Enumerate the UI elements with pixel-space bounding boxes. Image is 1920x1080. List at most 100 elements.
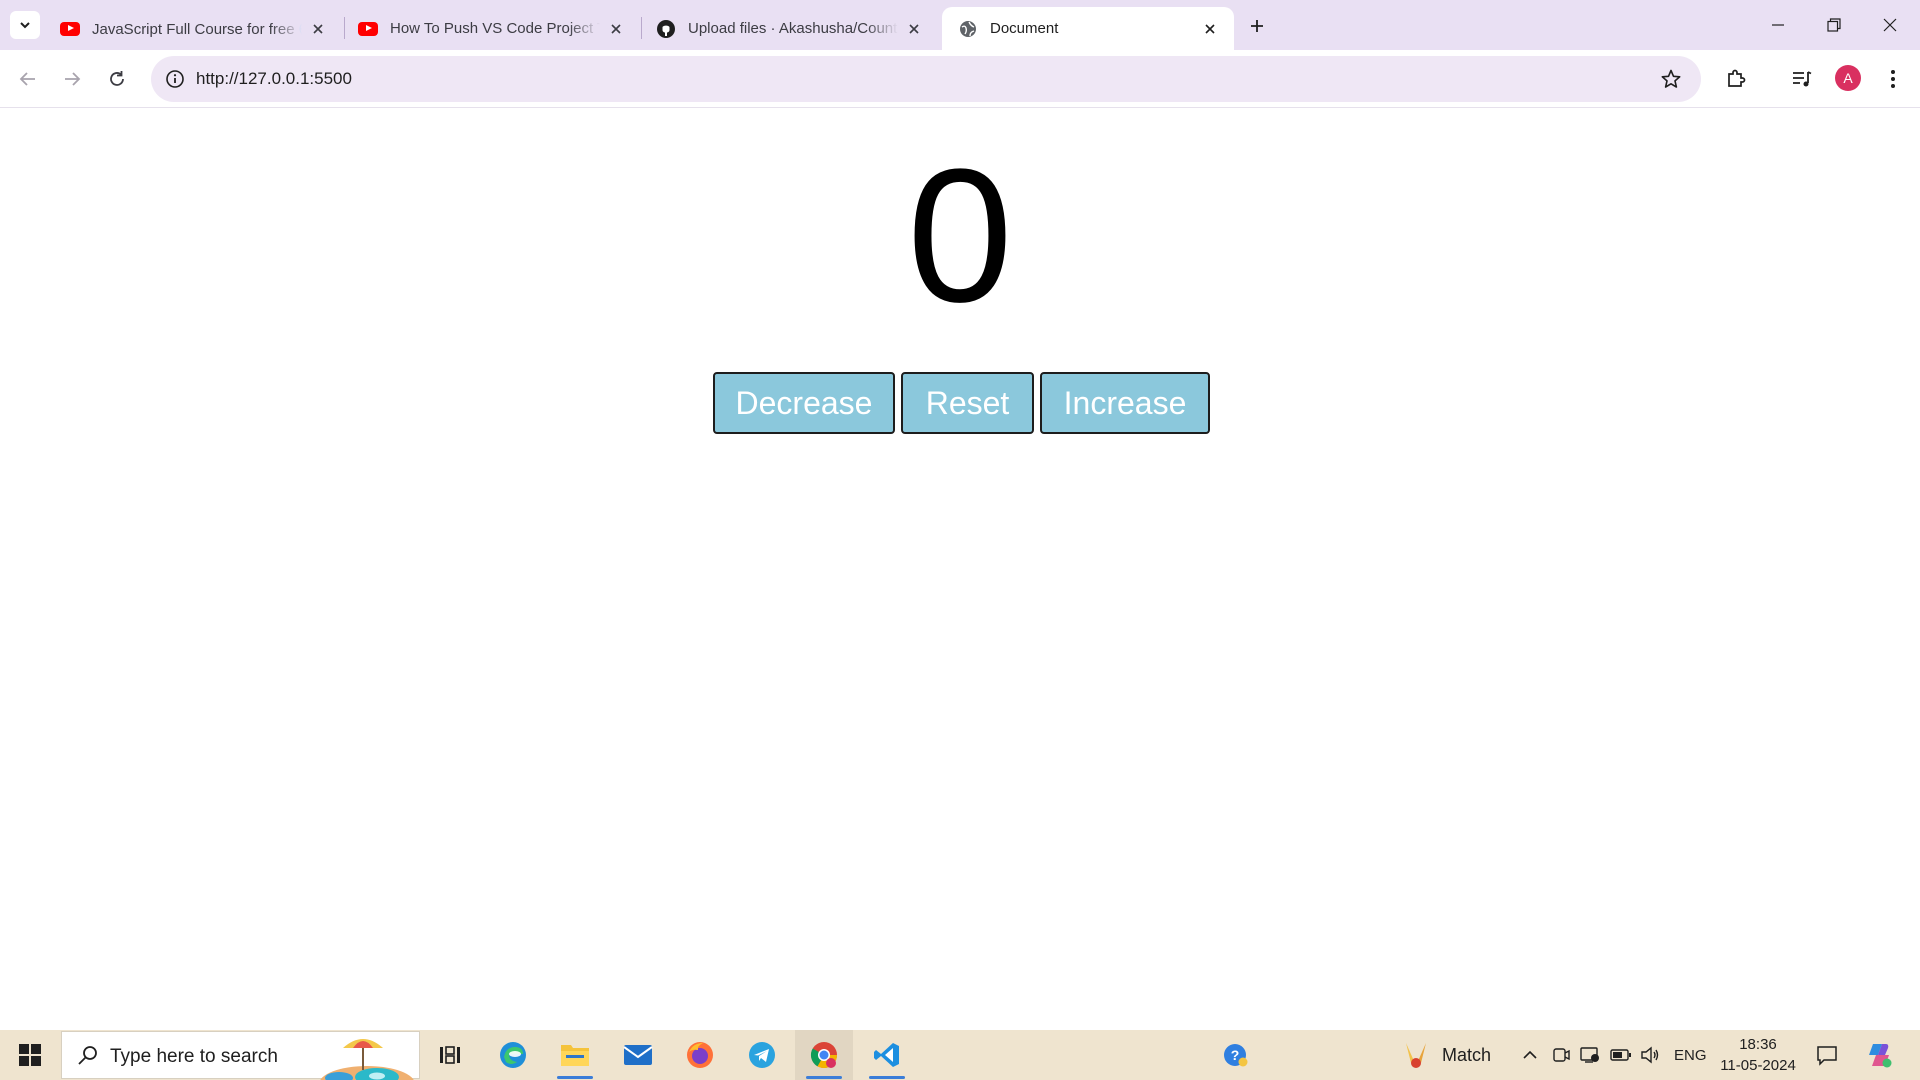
url-text[interactable]: http://127.0.0.1:5500 xyxy=(196,69,352,89)
plus-icon xyxy=(1251,20,1263,32)
taskbar-firefox[interactable] xyxy=(671,1030,729,1080)
media-queue-icon xyxy=(1793,71,1812,87)
tab-push-vscode[interactable]: How To Push VS Code Project To GitHub xyxy=(342,7,640,50)
reload-icon xyxy=(110,71,124,86)
kebab-menu-icon xyxy=(1891,70,1895,88)
counter-controls: Decrease Reset Increase xyxy=(713,372,1210,434)
close-icon xyxy=(1883,18,1897,32)
start-button[interactable] xyxy=(0,1030,60,1080)
network-icon xyxy=(1580,1047,1599,1063)
increase-button[interactable]: Increase xyxy=(1040,372,1210,434)
copilot-icon xyxy=(1869,1044,1892,1068)
network-tray[interactable] xyxy=(1580,1030,1600,1080)
language-label: ENG xyxy=(1674,1046,1707,1064)
close-icon[interactable] xyxy=(1200,19,1220,39)
new-tab-button[interactable] xyxy=(1243,13,1271,39)
widget-label: Match xyxy=(1442,1044,1492,1065)
windows-taskbar: Type here to search ? Match ENG 18:36 11… xyxy=(0,1030,1920,1080)
browser-tab-strip: JavaScript Full Course for free 🌐 How To… xyxy=(0,0,1920,50)
volume-tray[interactable] xyxy=(1640,1030,1660,1080)
taskbar-vscode[interactable] xyxy=(858,1030,916,1080)
close-icon[interactable] xyxy=(308,19,328,39)
taskbar-edge[interactable] xyxy=(484,1030,542,1080)
windows-logo-icon xyxy=(19,1044,41,1066)
taskbar-clock[interactable]: 18:36 11-05-2024 xyxy=(1710,1034,1806,1076)
page-viewport: 0 Decrease Reset Increase xyxy=(0,109,1920,1030)
task-view-icon xyxy=(440,1046,460,1064)
chrome-menu-button[interactable] xyxy=(1877,63,1909,95)
mail-icon xyxy=(623,1045,653,1065)
tab-title: JavaScript Full Course for free 🌐 xyxy=(92,20,302,38)
browser-toolbar: http://127.0.0.1:5500 A xyxy=(0,50,1920,108)
weather-widget[interactable]: Match xyxy=(1400,1030,1491,1080)
restore-button[interactable] xyxy=(1806,0,1862,50)
taskbar-telegram[interactable] xyxy=(733,1030,791,1080)
telegram-icon xyxy=(749,1042,775,1068)
tab-title: Upload files · Akashusha/Counter xyxy=(688,20,898,37)
globe-icon xyxy=(958,19,978,39)
profile-initial: A xyxy=(1843,70,1853,86)
vscode-icon xyxy=(874,1043,899,1067)
restore-icon xyxy=(1827,18,1841,32)
taskbar-task-view[interactable] xyxy=(421,1030,479,1080)
tab-javascript-course[interactable]: JavaScript Full Course for free 🌐 xyxy=(44,7,342,50)
back-button[interactable] xyxy=(12,63,44,95)
tab-document[interactable]: Document xyxy=(942,7,1234,50)
clock-time: 18:36 xyxy=(1739,1036,1777,1053)
help-tray-item[interactable]: ? xyxy=(1222,1030,1250,1080)
site-info-icon[interactable] xyxy=(163,67,187,91)
taskbar-chrome[interactable] xyxy=(795,1030,853,1080)
chevron-up-icon xyxy=(1523,1050,1537,1059)
chrome-icon xyxy=(810,1042,838,1069)
counter-display: 0 xyxy=(907,130,1013,342)
svg-text:?: ? xyxy=(1231,1047,1240,1063)
close-icon[interactable] xyxy=(606,19,626,39)
reset-button[interactable]: Reset xyxy=(901,372,1034,434)
arrow-right-icon xyxy=(65,72,81,86)
battery-tray[interactable] xyxy=(1610,1030,1632,1080)
extensions-button[interactable] xyxy=(1720,63,1752,95)
volume-icon xyxy=(1641,1046,1659,1064)
copilot-button[interactable] xyxy=(1864,1030,1894,1080)
chevron-down-icon xyxy=(20,22,30,29)
youtube-icon xyxy=(358,19,378,39)
battery-icon xyxy=(1610,1049,1631,1061)
search-placeholder: Type here to search xyxy=(110,1046,278,1067)
search-highlight-illustration xyxy=(319,1032,419,1080)
decrease-button[interactable]: Decrease xyxy=(713,372,895,434)
cricket-icon xyxy=(1406,1043,1426,1068)
meet-now-tray[interactable] xyxy=(1552,1030,1570,1080)
notification-icon xyxy=(1817,1046,1837,1066)
reload-button[interactable] xyxy=(101,63,133,95)
minimize-icon xyxy=(1772,24,1784,26)
camera-icon xyxy=(1553,1048,1570,1062)
forward-button[interactable] xyxy=(56,63,88,95)
minimize-button[interactable] xyxy=(1750,0,1806,50)
taskbar-search-box[interactable]: Type here to search xyxy=(61,1031,420,1080)
show-hidden-icons[interactable] xyxy=(1521,1030,1539,1080)
tab-search-button[interactable] xyxy=(10,11,40,39)
close-window-button[interactable] xyxy=(1862,0,1918,50)
media-controls-button[interactable] xyxy=(1786,63,1818,95)
file-explorer-icon xyxy=(561,1045,589,1066)
tab-github-upload[interactable]: Upload files · Akashusha/Counter xyxy=(640,7,938,50)
search-icon xyxy=(78,1046,97,1065)
arrow-left-icon xyxy=(19,72,35,86)
notifications-button[interactable] xyxy=(1816,1030,1838,1080)
bookmark-star-icon[interactable] xyxy=(1659,67,1683,91)
taskbar-mail[interactable] xyxy=(609,1030,667,1080)
edge-icon xyxy=(500,1042,526,1068)
clock-date: 11-05-2024 xyxy=(1720,1057,1796,1074)
tab-title: How To Push VS Code Project To GitHub xyxy=(390,20,600,37)
taskbar-file-explorer[interactable] xyxy=(546,1030,604,1080)
firefox-icon xyxy=(687,1042,713,1068)
close-icon[interactable] xyxy=(904,19,924,39)
puzzle-icon xyxy=(1728,69,1746,87)
github-icon xyxy=(656,19,676,39)
youtube-icon xyxy=(60,19,80,39)
profile-avatar[interactable]: A xyxy=(1835,65,1861,91)
tab-title: Document xyxy=(990,20,1059,37)
help-icon: ? xyxy=(1224,1044,1248,1067)
address-bar[interactable]: http://127.0.0.1:5500 xyxy=(151,56,1701,102)
language-indicator[interactable]: ENG xyxy=(1674,1030,1707,1080)
